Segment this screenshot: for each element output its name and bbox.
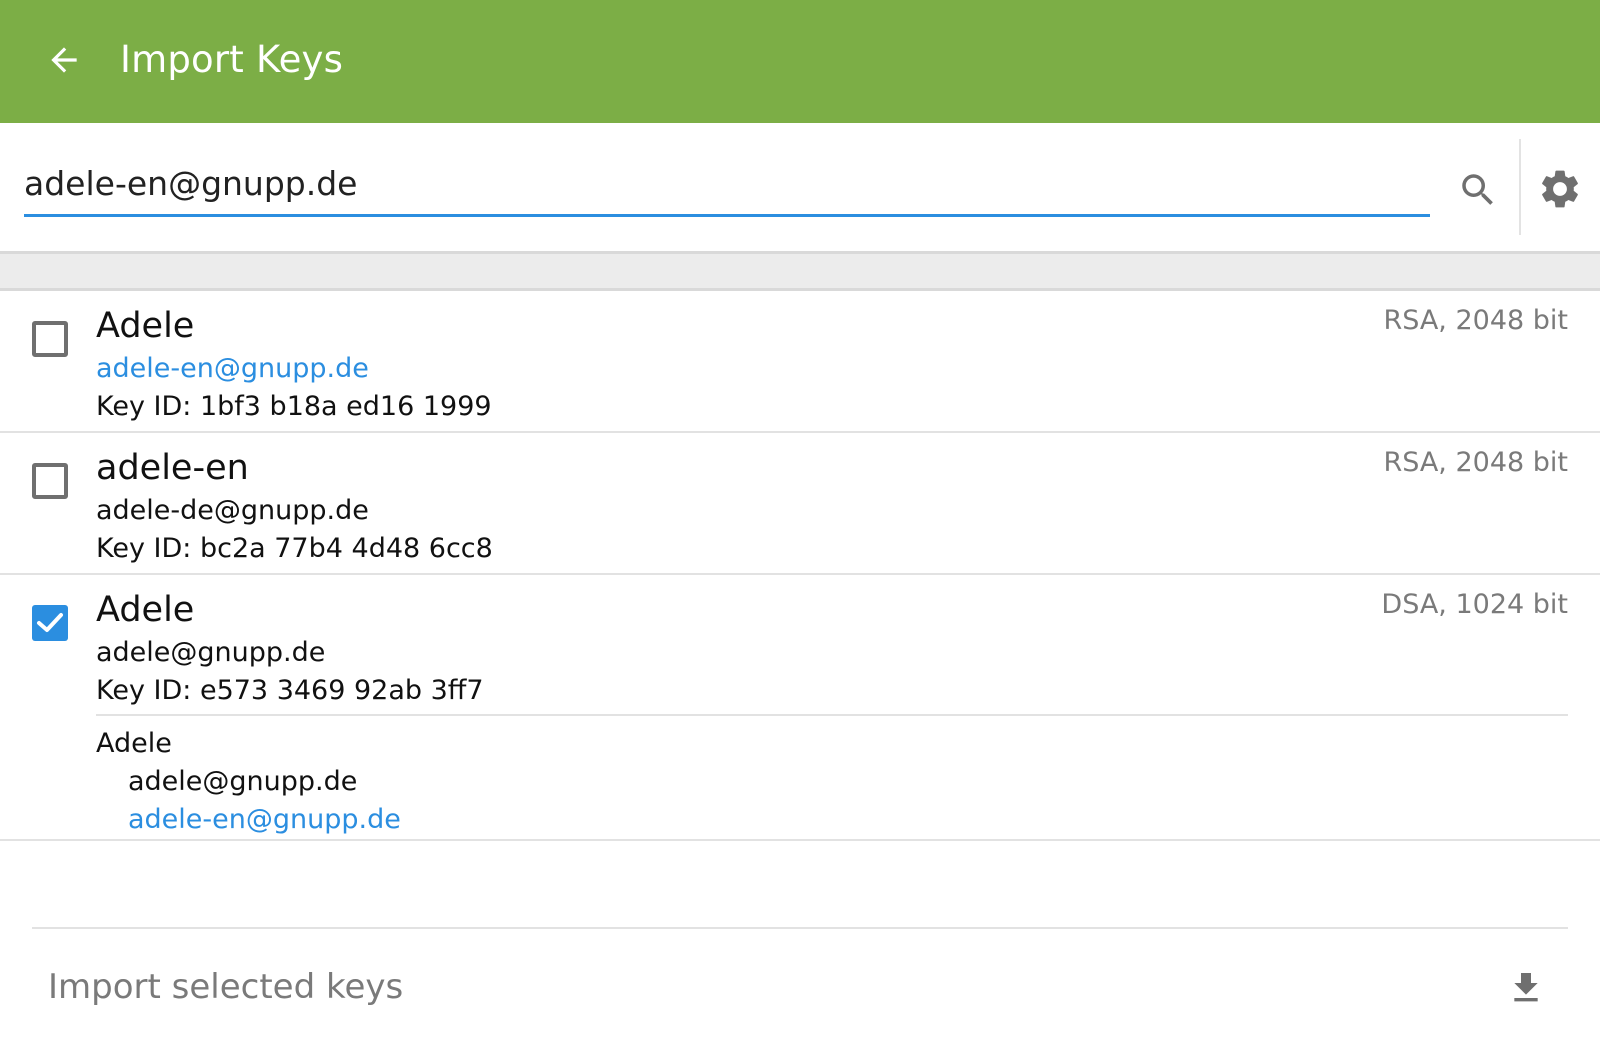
search-input[interactable] <box>24 161 1430 205</box>
key-list-item[interactable]: Adele RSA, 2048 bit adele-en@gnupp.de Ke… <box>0 291 1600 433</box>
checkmark-icon <box>37 613 63 632</box>
user-id-name: Adele <box>96 728 172 759</box>
arrow-left-icon <box>51 47 77 73</box>
back-button[interactable] <box>38 34 90 86</box>
key-name: Adele <box>96 590 195 630</box>
user-id-email-highlighted: adele-en@gnupp.de <box>128 804 401 835</box>
key-email: adele-de@gnupp.de <box>96 495 369 526</box>
key-name: adele-en <box>96 448 249 488</box>
key-checkbox[interactable] <box>32 321 68 357</box>
key-checkbox[interactable] <box>32 463 68 499</box>
settings-button[interactable] <box>1530 159 1590 219</box>
key-id: Key ID: bc2a 77b4 4d48 6cc8 <box>96 533 493 564</box>
toolbar-divider <box>1519 139 1521 235</box>
list-header-band <box>0 251 1600 291</box>
key-algorithm: RSA, 2048 bit <box>1383 447 1568 478</box>
import-selected-keys-button[interactable]: Import selected keys <box>32 940 1568 1036</box>
user-id-email: adele@gnupp.de <box>128 766 358 797</box>
page-title: Import Keys <box>120 38 344 81</box>
key-email: adele@gnupp.de <box>96 637 326 668</box>
key-id: Key ID: 1bf3 b18a ed16 1999 <box>96 391 492 422</box>
search-button[interactable] <box>1448 160 1508 220</box>
key-checkbox-checked[interactable] <box>32 605 68 641</box>
search-row <box>0 123 1600 251</box>
key-algorithm: DSA, 1024 bit <box>1381 589 1568 620</box>
download-icon <box>1514 973 1538 1002</box>
app-bar: Import Keys <box>0 0 1600 123</box>
search-icon <box>1462 174 1493 205</box>
key-list: Adele RSA, 2048 bit adele-en@gnupp.de Ke… <box>0 291 1600 841</box>
key-id: Key ID: e573 3469 92ab 3ff7 <box>96 675 484 706</box>
key-name: Adele <box>96 306 195 346</box>
footer-divider <box>32 927 1568 929</box>
search-input-underline <box>24 214 1430 217</box>
key-list-item[interactable]: Adele DSA, 1024 bit adele@gnupp.de Key I… <box>0 575 1600 841</box>
user-ids-divider <box>96 714 1568 716</box>
key-email: adele-en@gnupp.de <box>96 353 369 384</box>
key-list-item[interactable]: adele-en RSA, 2048 bit adele-de@gnupp.de… <box>0 433 1600 575</box>
key-algorithm: RSA, 2048 bit <box>1383 305 1568 336</box>
import-button-label: Import selected keys <box>48 967 404 1007</box>
gear-icon <box>1542 170 1578 208</box>
